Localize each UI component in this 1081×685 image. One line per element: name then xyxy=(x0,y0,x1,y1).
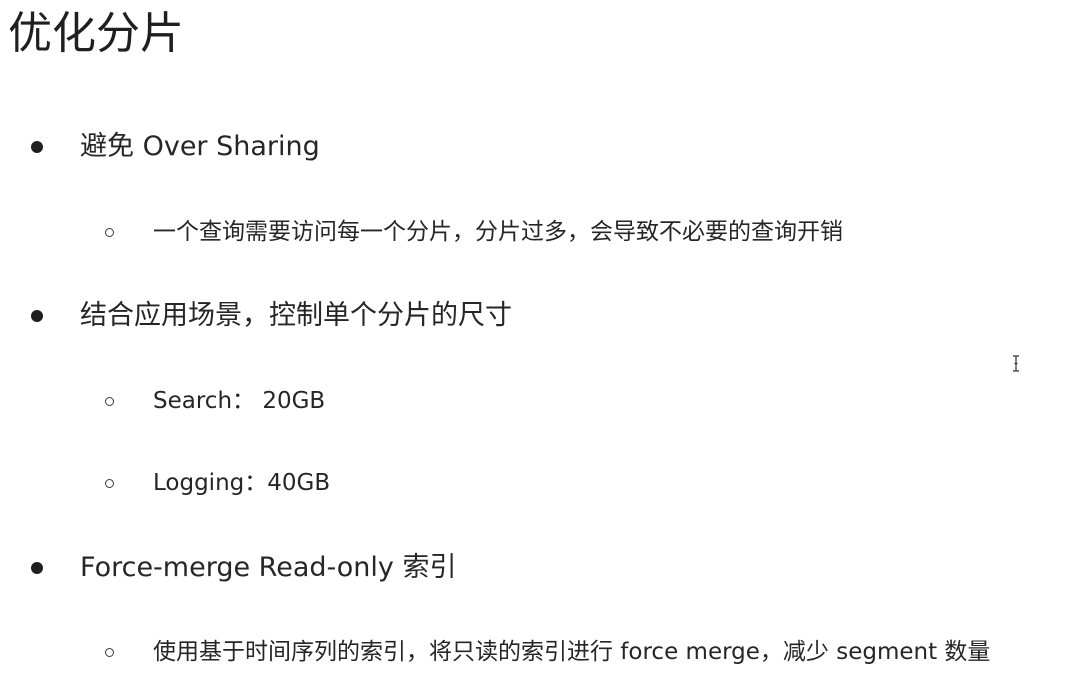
bullet-1-sub-1: 一个查询需要访问每一个分片，分片过多，会导致不必要的查询开销 xyxy=(0,214,1081,254)
bullet-dot-icon xyxy=(31,562,43,574)
text-cursor-icon xyxy=(1013,355,1019,372)
bullet-dot-icon xyxy=(31,141,43,153)
bullet-2-sub-2-text: Logging：40GB xyxy=(153,470,331,496)
bullet-ring-icon xyxy=(105,228,114,237)
bullet-dot-icon xyxy=(31,310,43,322)
bullet-1-text: 避免 Over Sharing xyxy=(80,131,320,162)
bullet-ring-icon xyxy=(105,479,114,488)
bullet-3-text: Force-merge Read-only 索引 xyxy=(80,552,457,583)
bullet-1-sub-1-text: 一个查询需要访问每一个分片，分片过多，会导致不必要的查询开销 xyxy=(153,219,843,245)
bullet-2-sub-1-text: Search： 20GB xyxy=(153,388,326,414)
bullet-ring-icon xyxy=(105,397,114,406)
bullet-3-sub-1: 使用基于时间序列的索引，将只读的索引进行 force merge，减少 segm… xyxy=(0,634,1081,674)
page-title: 优化分片 xyxy=(8,8,184,59)
bullet-1: 避免 Over Sharing xyxy=(0,127,1081,167)
bullet-2-sub-2: Logging：40GB xyxy=(0,465,1081,505)
bullet-2-text: 结合应用场景，控制单个分片的尺寸 xyxy=(80,300,512,331)
bullet-2: 结合应用场景，控制单个分片的尺寸 xyxy=(0,296,1081,336)
bullet-2-sub-1: Search： 20GB xyxy=(0,383,1081,423)
bullet-ring-icon xyxy=(105,648,114,657)
bullet-3-sub-1-text: 使用基于时间序列的索引，将只读的索引进行 force merge，减少 segm… xyxy=(153,639,991,665)
bullet-3: Force-merge Read-only 索引 xyxy=(0,548,1081,588)
